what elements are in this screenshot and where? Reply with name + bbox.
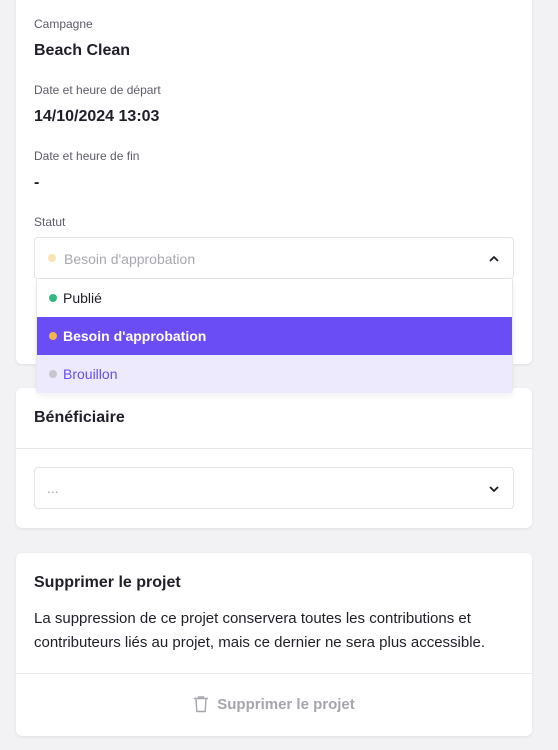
status-option-draft[interactable]: Brouillon xyxy=(37,355,512,393)
beneficiary-placeholder: ... xyxy=(47,480,59,496)
end-date-label: Date et heure de fin xyxy=(34,149,140,163)
campaign-value: Beach Clean xyxy=(34,42,131,59)
start-date-value: 14/10/2024 13:03 xyxy=(34,108,160,125)
status-option-label: Brouillon xyxy=(63,366,118,382)
delete-project-button-label: Supprimer le projet xyxy=(217,695,355,713)
status-select[interactable]: Besoin d'approbation xyxy=(34,237,514,279)
beneficiary-card: Bénéficiaire ... xyxy=(16,388,532,528)
campaign-label: Campagne xyxy=(34,17,93,31)
delete-project-title: Supprimer le projet xyxy=(34,574,181,591)
status-option-label: Besoin d'approbation xyxy=(63,328,207,344)
delete-project-card: Supprimer le projet La suppression de ce… xyxy=(16,553,532,736)
beneficiary-select[interactable]: ... xyxy=(34,467,514,509)
beneficiary-title: Bénéficiaire xyxy=(34,409,125,426)
end-date-value: - xyxy=(34,174,40,191)
status-dot-icon xyxy=(48,254,56,262)
trash-icon xyxy=(194,696,209,713)
needs-approval-dot-icon xyxy=(49,332,57,340)
status-option-published[interactable]: Publié xyxy=(37,279,512,317)
published-dot-icon xyxy=(49,294,57,302)
status-dropdown-menu: Publié Besoin d'approbation Brouillon xyxy=(36,279,513,393)
delete-project-description: La suppression de ce projet conservera t… xyxy=(34,610,486,651)
status-option-needs-approval[interactable]: Besoin d'approbation xyxy=(37,317,512,355)
draft-dot-icon xyxy=(49,370,57,378)
status-label: Statut xyxy=(34,215,66,229)
status-option-label: Publié xyxy=(63,290,102,306)
divider xyxy=(16,448,532,449)
chevron-up-icon xyxy=(489,256,499,262)
delete-project-button[interactable]: Supprimer le projet xyxy=(16,674,532,734)
chevron-down-icon xyxy=(489,486,499,492)
start-date-label: Date et heure de départ xyxy=(34,83,161,97)
status-selected-value: Besoin d'approbation xyxy=(64,251,196,267)
